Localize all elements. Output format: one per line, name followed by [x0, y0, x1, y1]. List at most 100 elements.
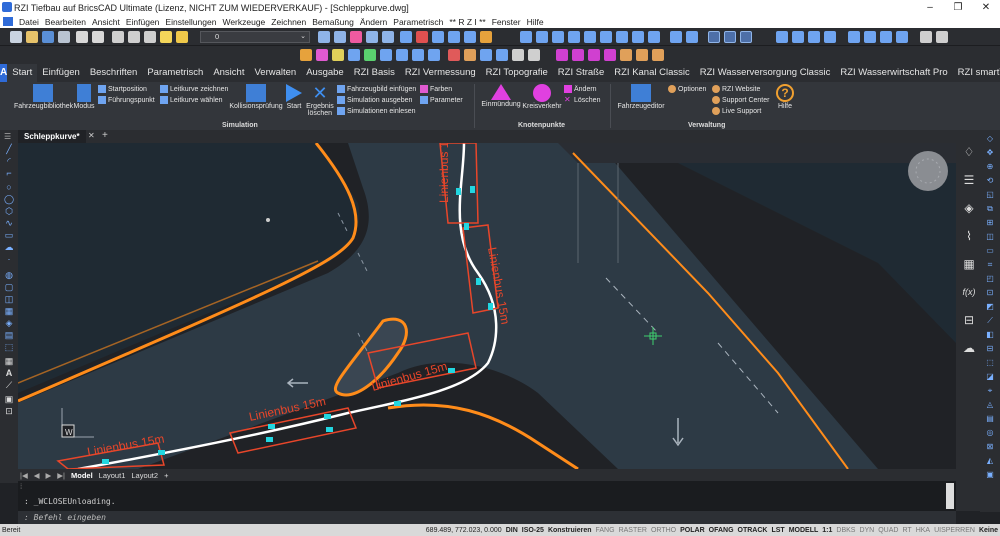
edge-tool-icon[interactable]: ◎: [984, 428, 996, 437]
edge-tool-icon[interactable]: ◧: [984, 330, 996, 339]
tab-ausgabe[interactable]: Ausgabe: [301, 64, 349, 82]
menu-einstellungen[interactable]: Einstellungen: [165, 17, 216, 27]
selection-filter-icon[interactable]: [708, 31, 720, 43]
cut-icon[interactable]: [112, 31, 124, 43]
edge-tool-icon[interactable]: ⊞: [984, 218, 996, 227]
menu-datei[interactable]: Datei: [19, 17, 39, 27]
edge-tool-icon[interactable]: ▣: [984, 470, 996, 479]
rzi-layer-icon[interactable]: [332, 49, 344, 61]
app-menu-icon[interactable]: [3, 17, 13, 26]
start-button[interactable]: Start: [284, 84, 304, 110]
line-tool-icon[interactable]: ╱: [3, 145, 15, 154]
ellipse-tool-icon[interactable]: ◯: [3, 195, 15, 204]
save-as-icon[interactable]: [58, 31, 70, 43]
aendern-button[interactable]: Ändern: [564, 85, 597, 93]
rzi-move-icon[interactable]: [380, 49, 392, 61]
dimension-icon[interactable]: [632, 31, 644, 43]
hatch-tool-icon[interactable]: ▦: [3, 307, 15, 316]
edge-tool-icon[interactable]: ⬚: [984, 358, 996, 367]
tab-beschriften[interactable]: Beschriften: [85, 64, 143, 82]
grid-tool-icon[interactable]: ▦: [3, 357, 15, 366]
status-workspace[interactable]: Konstruieren: [546, 527, 594, 534]
edge-tool-icon[interactable]: ◭: [984, 456, 996, 465]
rotate-icon[interactable]: [448, 31, 460, 43]
rzi-stack-icon[interactable]: [464, 49, 476, 61]
undo-icon[interactable]: [144, 31, 156, 43]
loeschen-button[interactable]: ✕ Löschen: [564, 96, 600, 104]
status-quad[interactable]: QUAD: [876, 527, 900, 534]
rectangle-icon[interactable]: [584, 31, 596, 43]
edge-tool-icon[interactable]: ◪: [984, 372, 996, 381]
menu-parametrisch[interactable]: Parametrisch: [393, 17, 443, 27]
xref-tool-icon[interactable]: ⊡: [3, 407, 15, 416]
cloud-icon[interactable]: ☁: [962, 341, 976, 355]
startposition-button[interactable]: Startposition: [98, 85, 147, 93]
image-tool-icon[interactable]: ▣: [3, 395, 15, 404]
nav-next-icon[interactable]: ▶: [46, 471, 52, 480]
rzi-diamond-icon[interactable]: [604, 49, 616, 61]
command-scrollbar[interactable]: [946, 483, 954, 509]
status-dbks[interactable]: DBKS: [834, 527, 857, 534]
drawing-canvas[interactable]: Linienbus 15m Linienbus 15m Linienbus 15…: [18, 143, 956, 469]
edge-tool-icon[interactable]: ▤: [984, 414, 996, 423]
rzi-cross-icon[interactable]: [588, 49, 600, 61]
navigation-wheel[interactable]: [908, 151, 948, 191]
arc-icon[interactable]: [552, 31, 564, 43]
edge-tool-icon[interactable]: ⊠: [984, 442, 996, 451]
rzi-layers-icon[interactable]: [428, 49, 440, 61]
rzi-headset-icon[interactable]: [652, 49, 664, 61]
edge-tool-icon[interactable]: ⟋: [984, 316, 996, 325]
ucs-object-icon[interactable]: [880, 31, 892, 43]
revcloud-tool-icon[interactable]: ☁: [3, 243, 15, 252]
ucs-world-icon[interactable]: [864, 31, 876, 43]
status-otrack[interactable]: OTRACK: [736, 527, 770, 534]
menu-ansicht[interactable]: Ansicht: [92, 17, 120, 27]
print-preview-icon[interactable]: [92, 31, 104, 43]
sim-einlesen-button[interactable]: Simulationen einlesen: [337, 107, 416, 115]
nav-prev-icon[interactable]: ◀: [34, 471, 40, 480]
new-tab-button[interactable]: +: [102, 130, 108, 141]
copy-icon[interactable]: [128, 31, 140, 43]
menu-einfuegen[interactable]: Einfügen: [126, 17, 160, 27]
menu-rzi[interactable]: ** R Z I **: [449, 17, 485, 27]
layer-state-icon[interactable]: [334, 31, 346, 43]
erase-icon[interactable]: [416, 31, 428, 43]
kreisverkehr-button[interactable]: Kreisverkehr: [522, 84, 562, 110]
snap-endpoint-icon[interactable]: [776, 31, 788, 43]
rzi-help-icon[interactable]: [300, 49, 312, 61]
app-button[interactable]: A: [0, 64, 8, 82]
light-bulb-icon[interactable]: [160, 31, 172, 43]
menu-zeichnen[interactable]: Zeichnen: [271, 17, 306, 27]
leader-tool-icon[interactable]: ⟋: [3, 381, 15, 390]
sim-ausgeben-button[interactable]: Simulation ausgeben: [337, 96, 412, 104]
layer-dropdown[interactable]: 0 ⌄: [200, 31, 310, 43]
move-icon[interactable]: [432, 31, 444, 43]
edge-tool-icon[interactable]: ⧉: [984, 204, 996, 213]
region-tool-icon[interactable]: ◍: [3, 271, 15, 280]
light-bulb-icon[interactable]: ♢: [962, 145, 976, 159]
menu-hilfe[interactable]: Hilfe: [527, 17, 544, 27]
optionen-button[interactable]: Optionen: [668, 85, 706, 93]
rzi-export-icon[interactable]: [348, 49, 360, 61]
match-properties-icon[interactable]: [400, 31, 412, 43]
print-icon[interactable]: [76, 31, 88, 43]
quick-select-icon[interactable]: [740, 31, 752, 43]
leitkurve-waehlen-button[interactable]: Leitkurve wählen: [160, 96, 223, 104]
status-modell[interactable]: MODELL: [787, 527, 821, 534]
rzi-save-icon[interactable]: [528, 49, 540, 61]
cycle-select-icon[interactable]: [724, 31, 736, 43]
rzi-table-icon[interactable]: [496, 49, 508, 61]
edge-tool-icon[interactable]: ⊡: [984, 288, 996, 297]
tab-einfuegen[interactable]: Einfügen: [37, 64, 85, 82]
edge-tool-icon[interactable]: ◰: [984, 274, 996, 283]
fahrzeugbild-button[interactable]: Fahrzeugbild einfügen: [337, 85, 416, 93]
farben-button[interactable]: Farben: [420, 85, 452, 93]
fahrzeugeditor-button[interactable]: Fahrzeugeditor: [616, 84, 666, 110]
kollisionspruefung-button[interactable]: Kollisionsprüfung: [228, 84, 284, 110]
tab-rzi-smartturn[interactable]: RZI smartTurn: [953, 64, 1000, 82]
edge-tool-icon[interactable]: ✥: [984, 148, 996, 157]
edge-tool-icon[interactable]: ⌖: [984, 386, 996, 395]
tab-model[interactable]: Model: [71, 471, 93, 480]
ergebnis-loeschen-button[interactable]: ✕ Ergebnis löschen: [306, 84, 334, 117]
point-tool-icon[interactable]: ·: [3, 255, 15, 264]
